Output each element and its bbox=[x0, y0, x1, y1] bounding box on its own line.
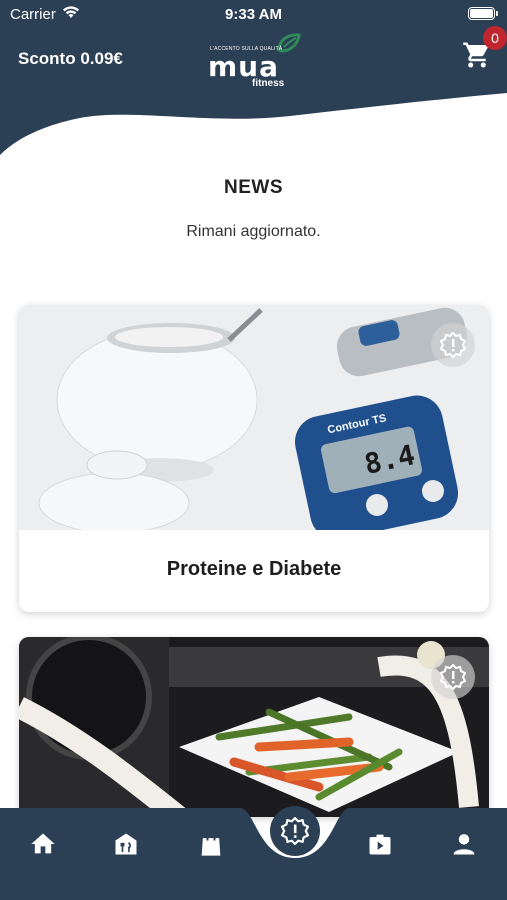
nav-video[interactable] bbox=[362, 826, 398, 862]
nav-home[interactable] bbox=[25, 826, 61, 862]
bottom-navigation bbox=[0, 806, 507, 900]
badge-alert-icon bbox=[440, 664, 466, 690]
badge-alert-icon bbox=[440, 332, 466, 358]
nav-shop[interactable] bbox=[193, 826, 229, 862]
news-alert-button[interactable] bbox=[431, 655, 475, 699]
shopping-bag-icon bbox=[201, 831, 221, 856]
news-alert-icon bbox=[281, 817, 309, 845]
home-icon bbox=[31, 833, 55, 854]
discount-label: Sconto 0.09€ bbox=[18, 49, 123, 68]
app-header: Carrier 9:33 AM Sconto 0.09€ L'ACCENTO S… bbox=[0, 0, 507, 160]
bottom-nav-background bbox=[0, 808, 507, 900]
logo-sub: fitness bbox=[252, 78, 285, 89]
page-subtitle: Rimani aggiornato. bbox=[186, 223, 321, 240]
page-title: NEWS bbox=[224, 177, 283, 198]
news-alert-button[interactable] bbox=[431, 323, 475, 367]
video-icon bbox=[369, 834, 391, 855]
nav-news[interactable] bbox=[270, 806, 320, 856]
card-title: Proteine e Diabete bbox=[166, 558, 342, 580]
battery-icon bbox=[468, 7, 498, 20]
mua-fitness-logo: L'ACCENTO SULLA QUALITÀ mua fitness bbox=[204, 32, 304, 90]
card-image: 8.4 Contour TS bbox=[19, 305, 489, 530]
news-card[interactable] bbox=[19, 637, 489, 817]
user-icon bbox=[453, 834, 475, 855]
restaurant-icon bbox=[115, 833, 137, 855]
nav-profile[interactable] bbox=[446, 826, 482, 862]
cart-count-badge: 0 bbox=[483, 26, 507, 50]
news-card[interactable]: 8.4 Contour TS Proteine e Diabete bbox=[19, 305, 489, 612]
status-bar: Carrier 9:33 AM bbox=[0, 0, 507, 28]
nav-restaurant[interactable] bbox=[108, 826, 144, 862]
status-time: 9:33 AM bbox=[225, 6, 282, 23]
card-image bbox=[19, 637, 489, 817]
